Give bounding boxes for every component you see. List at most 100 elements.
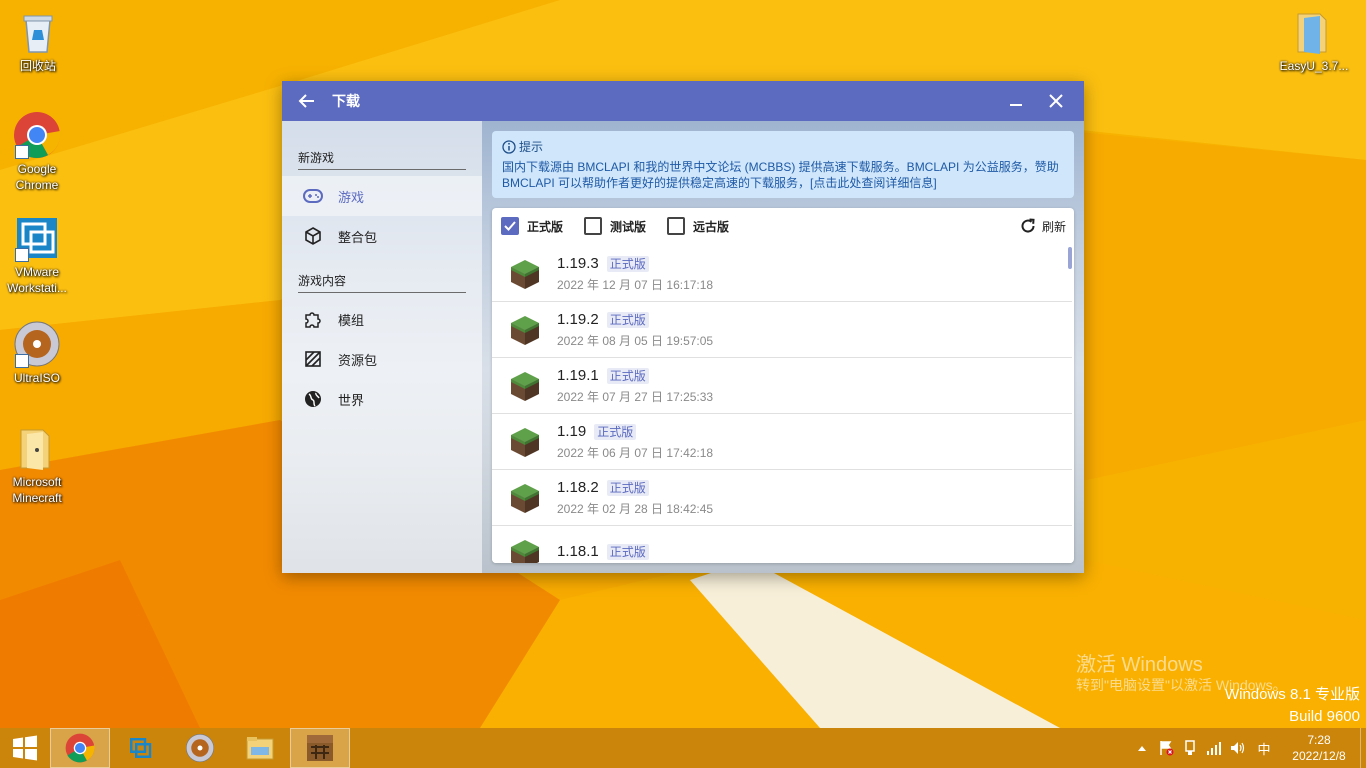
release-date: 2022 年 02 月 28 日 18:42:45 [557, 501, 714, 516]
hint-title: 提示 [519, 140, 544, 154]
sidebar-item-mods[interactable]: 模组 [282, 299, 482, 339]
sidebar-item-label: 资源包 [338, 352, 378, 368]
version-row[interactable]: 1.19 正式版 2022 年 06 月 07 日 17:42:18 [492, 414, 1072, 470]
sidebar: 新游戏 游戏 整合包 游戏内容 模组 资源包 世界 [282, 121, 482, 573]
sidebar-section-game-content: 游戏内容 [298, 272, 466, 293]
desktop-icon-label: UltraISO [13, 371, 60, 385]
filter-label: 测试版 [610, 219, 647, 234]
volume-button[interactable] [1226, 728, 1250, 768]
gamepad-icon [303, 186, 323, 206]
filter-snapshot-checkbox[interactable]: 测试版 [584, 217, 646, 235]
taskbar-minecraft-launcher[interactable] [290, 728, 350, 768]
release-tag: 正式版 [606, 367, 649, 384]
vmware-icon [13, 214, 61, 262]
signal-bars-icon [1207, 742, 1221, 755]
taskbar-chrome[interactable] [50, 728, 110, 768]
desktop-icon-vmware[interactable]: VMware Workstati... [0, 214, 75, 296]
checkbox-unchecked-icon [667, 217, 686, 235]
sidebar-item-resourcepacks[interactable]: 资源包 [282, 339, 482, 379]
version-name: 1.18.2 [557, 478, 599, 496]
version-row[interactable]: 1.18.2 正式版 2022 年 02 月 28 日 18:42:45 [492, 470, 1072, 526]
info-icon [502, 140, 516, 154]
release-date: 2022 年 07 月 27 日 17:25:33 [557, 389, 714, 404]
speaker-icon [1231, 742, 1245, 754]
recycle-bin-icon [14, 8, 62, 56]
back-button[interactable] [282, 92, 332, 110]
sidebar-item-label: 模组 [338, 312, 365, 328]
refresh-icon [1021, 218, 1035, 233]
start-button[interactable] [0, 728, 50, 768]
version-name: 1.19.2 [557, 310, 599, 328]
version-row[interactable]: 1.19.3 正式版 2022 年 12 月 07 日 16:17:18 [492, 246, 1072, 302]
taskbar-file-explorer[interactable] [230, 728, 290, 768]
version-row[interactable]: 1.19.2 正式版 2022 年 08 月 05 日 19:57:05 [492, 302, 1072, 358]
arrow-left-icon [298, 94, 314, 108]
desktop-icon-chrome[interactable]: Google Chrome [0, 111, 75, 193]
desktop-icon-easyu[interactable]: EasyU_3.7... [1272, 8, 1356, 74]
desktop-icon-label: Microsoft Minecraft [12, 475, 62, 505]
minimize-button[interactable] [996, 81, 1036, 121]
action-center-button[interactable] [1154, 728, 1178, 768]
refresh-button[interactable]: 刷新 [1020, 208, 1066, 244]
release-tag: 正式版 [606, 479, 649, 496]
show-hidden-icons-button[interactable] [1130, 728, 1154, 768]
chevron-up-icon [1138, 746, 1146, 751]
filter-label: 正式版 [527, 219, 564, 234]
usb-icon [1185, 740, 1195, 755]
filter-bar: 正式版 测试版 远古版 刷新 [492, 208, 1074, 244]
desktop-icon-recycle-bin[interactable]: 回收站 [0, 8, 76, 74]
release-date: 2022 年 12 月 07 日 16:17:18 [557, 277, 714, 292]
sidebar-item-worlds[interactable]: 世界 [282, 379, 482, 419]
version-row[interactable]: 1.18.1 正式版 [492, 526, 1072, 563]
globe-icon [303, 389, 323, 409]
taskbar: 中 7:28 2022/12/8 [0, 728, 1366, 768]
release-date: 2022 年 06 月 07 日 17:42:18 [557, 445, 714, 460]
network-button[interactable] [1202, 728, 1226, 768]
grass-block-icon [511, 315, 539, 345]
windows-logo-icon [13, 735, 37, 761]
desktop-icon-label: VMware Workstati... [7, 265, 67, 295]
filter-release-checkbox[interactable]: 正式版 [501, 217, 563, 235]
taskbar-vmware[interactable] [110, 728, 170, 768]
version-name: 1.19.3 [557, 254, 599, 272]
filter-old-checkbox[interactable]: 远古版 [667, 217, 729, 235]
usb-device-button[interactable] [1178, 728, 1202, 768]
version-row[interactable]: 1.19.1 正式版 2022 年 07 月 27 日 17:25:33 [492, 358, 1072, 414]
release-tag: 正式版 [606, 544, 649, 560]
desktop-icon-label: 回收站 [19, 59, 56, 73]
grass-block-icon [511, 371, 539, 401]
chrome-icon [65, 733, 95, 763]
flag-alert-icon [1160, 741, 1174, 756]
close-icon [1049, 94, 1063, 108]
file-explorer-icon [246, 737, 274, 760]
shortcut-arrow-icon [15, 248, 29, 262]
input-method-button[interactable]: 中 [1250, 728, 1278, 768]
shortcut-arrow-icon [15, 145, 29, 159]
scrollbar-thumb[interactable] [1068, 247, 1072, 269]
clock[interactable]: 7:28 2022/12/8 [1278, 732, 1360, 764]
chrome-icon [13, 111, 61, 159]
checkbox-checked-icon [501, 217, 519, 235]
clock-date: 2022/12/8 [1292, 749, 1346, 763]
show-desktop-button[interactable] [1360, 728, 1366, 768]
checkbox-unchecked-icon [584, 217, 603, 235]
release-date: 2022 年 08 月 05 日 19:57:05 [557, 333, 714, 348]
folder-icon [1290, 8, 1338, 56]
desktop-icon-label: Google Chrome [15, 162, 59, 192]
taskbar-ultraiso[interactable] [170, 728, 230, 768]
desktop-icon-ultraiso[interactable]: UltraISO [0, 320, 75, 386]
version-list-card: 正式版 测试版 远古版 刷新 1.19.3 正式版 2022 年 12 月 07… [492, 208, 1074, 563]
sidebar-item-game[interactable]: 游戏 [282, 176, 482, 216]
release-tag: 正式版 [606, 255, 649, 272]
vmware-icon [130, 738, 152, 758]
close-button[interactable] [1036, 81, 1076, 121]
grass-block-icon [511, 259, 539, 289]
hint-card[interactable]: 提示 国内下载源由 BMCLAPI 和我的世界中文论坛 (MCBBS) 提供高速… [492, 131, 1074, 198]
release-tag: 正式版 [606, 311, 649, 328]
version-list[interactable]: 1.19.3 正式版 2022 年 12 月 07 日 16:17:18 1.19… [492, 246, 1072, 563]
windows-edition: Windows 8.1 专业版 Build 9600 [1225, 684, 1360, 728]
release-tag: 正式版 [594, 423, 637, 440]
title-bar[interactable]: 下载 [282, 81, 1084, 121]
desktop-icon-minecraft-folder[interactable]: Microsoft Minecraft [0, 424, 75, 506]
sidebar-item-modpack[interactable]: 整合包 [282, 216, 482, 256]
